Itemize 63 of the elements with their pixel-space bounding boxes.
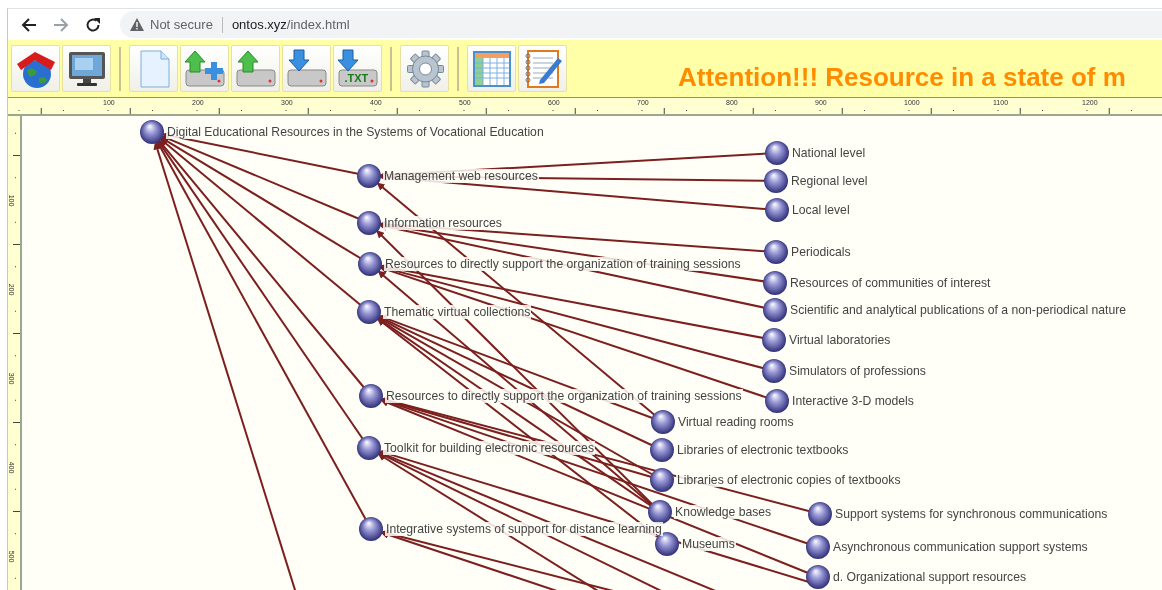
node-label: Virtual laboratories — [788, 333, 892, 347]
node-sphere[interactable] — [357, 164, 381, 188]
drive-download-icon — [285, 47, 328, 90]
node-sphere[interactable] — [650, 468, 674, 492]
node-sphere[interactable] — [763, 271, 787, 295]
url-path: /index.html — [286, 17, 350, 32]
node-label: Resources of communities of interest — [789, 276, 992, 290]
node-sphere[interactable] — [140, 120, 164, 144]
node-label: Local level — [791, 203, 851, 217]
node-label: Simulators of professions — [788, 364, 927, 378]
node-sphere[interactable] — [764, 169, 788, 193]
node-sphere[interactable] — [765, 389, 789, 413]
back-arrow-icon — [21, 16, 37, 33]
node-sphere[interactable] — [357, 300, 381, 324]
url-host: ontos.xyz — [231, 17, 287, 32]
node-label: Interactive 3-D models — [791, 394, 915, 408]
warning-icon — [130, 18, 144, 31]
node-sphere[interactable] — [651, 410, 675, 434]
node-label: Resources to directly support the organization of training sessions — [384, 257, 742, 271]
node-label: Scientific and analytical publications of a non-periodical nature — [789, 303, 1128, 317]
node-label: d. Organizational support resources — [832, 570, 1028, 584]
node-label: Digital Educational Resources in the Systems of Vocational Education — [166, 125, 545, 139]
node-sphere[interactable] — [765, 141, 789, 165]
reload-icon — [85, 16, 101, 33]
node-label: Regional level — [790, 174, 869, 188]
drive-download-icon — [336, 47, 379, 90]
node-sphere[interactable] — [763, 298, 787, 322]
node-sphere[interactable] — [762, 328, 786, 352]
txt-label: .TXT — [344, 71, 369, 84]
forward-arrow-icon — [53, 16, 69, 33]
node-sphere[interactable] — [357, 211, 381, 235]
attention-text: Attention!!! Resource in a state of m — [678, 62, 1126, 93]
node-sphere[interactable] — [359, 384, 383, 408]
node-sphere[interactable] — [648, 500, 672, 524]
node-label: Knowledge bases — [674, 505, 773, 519]
node-label: Periodicals — [790, 245, 852, 259]
address-bar[interactable]: Not secure ontos.xyz/index.html — [120, 11, 1162, 38]
node-sphere[interactable] — [359, 517, 383, 541]
node-label: Toolkit for building electronic resources — [383, 441, 595, 455]
node-label: Information resources — [383, 216, 503, 230]
node-label: Museums — [681, 537, 736, 551]
node-sphere[interactable] — [358, 252, 382, 276]
node-label: Integrative systems of support for distance learning — [385, 522, 663, 536]
node-label: Virtual reading rooms — [677, 415, 795, 429]
node-label: Management web resources — [383, 169, 539, 183]
toolbar-button[interactable] — [62, 45, 111, 92]
node-sphere[interactable] — [357, 436, 381, 460]
node-label: National level — [791, 146, 867, 160]
security-label: Not secure — [150, 17, 213, 32]
node-label: Asynchronous communication support systems — [832, 540, 1089, 554]
node-label: Libraries of electronic copies of textbooks — [676, 473, 902, 487]
node-label: Libraries of electronic textbooks — [676, 443, 850, 457]
node-label: Thematic virtual collections — [383, 305, 532, 319]
settings-button[interactable] — [400, 45, 449, 92]
node-sphere[interactable] — [650, 438, 674, 462]
node-sphere[interactable] — [808, 502, 832, 526]
node-label: Support systems for synchronous communications — [834, 507, 1109, 521]
node-label: Resources to directly support the organization of training sessions — [385, 389, 743, 403]
node-sphere[interactable] — [806, 535, 830, 559]
node-sphere[interactable] — [806, 565, 830, 589]
node-sphere[interactable] — [764, 240, 788, 264]
node-sphere[interactable] — [765, 198, 789, 222]
node-sphere[interactable] — [762, 359, 786, 383]
